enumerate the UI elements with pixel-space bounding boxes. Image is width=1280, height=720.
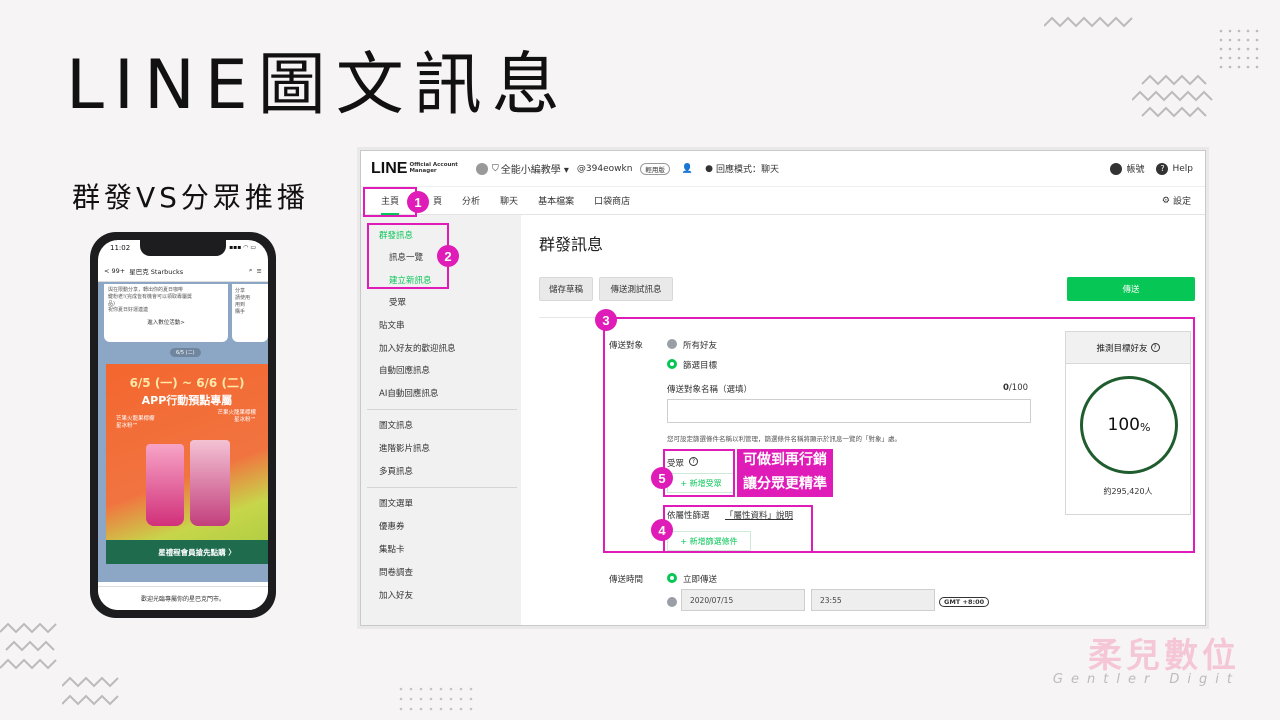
line-oa-screenshot: LINE Official Account Manager ⛉ 全能小編教學 ▾… xyxy=(360,150,1206,626)
send-now-radio[interactable] xyxy=(667,573,677,583)
phone-mockup: 11:02 ▪▪▪ ◠ ▭ < 99+ 星巴克 Starbucks ⌕ ≡ 與在… xyxy=(90,232,276,618)
reply-mode[interactable]: 回應模式：聊天 xyxy=(716,162,779,175)
search-icon[interactable]: ⌕ xyxy=(249,266,253,275)
annotation-callout-line1: 可做到再行銷 xyxy=(737,449,833,473)
sidebar-item-survey[interactable]: 問卷調查 xyxy=(379,566,413,578)
sidebar-item-rich-message[interactable]: 圖文訊息 xyxy=(379,419,413,431)
sidebar-divider xyxy=(367,487,517,488)
sidebar-item-greeting[interactable]: 加入好友的歡迎訊息 xyxy=(379,342,456,354)
sidebar-item-coupon[interactable]: 優惠券 xyxy=(379,520,405,532)
tab-profile[interactable]: 基本檔案 xyxy=(538,194,574,207)
time-input[interactable]: 23:55 xyxy=(811,589,935,611)
slide-title: LINE圖文訊息 xyxy=(66,46,570,125)
date-input[interactable]: 2020/07/15 xyxy=(681,589,805,611)
phone-screen: 11:02 ▪▪▪ ◠ ▭ < 99+ 星巴克 Starbucks ⌕ ≡ 與在… xyxy=(98,240,268,610)
back-button[interactable]: < 99+ xyxy=(104,267,125,275)
card-link[interactable]: 進入數位活動> xyxy=(108,320,224,327)
menu-icon[interactable]: ≡ xyxy=(257,267,262,275)
tab-chat[interactable]: 聊天 xyxy=(500,194,518,207)
dot-grid-decoration xyxy=(1218,28,1260,74)
account-avatar-icon xyxy=(475,162,488,175)
help-link[interactable]: Help xyxy=(1172,164,1193,174)
send-button[interactable]: 傳送 xyxy=(1067,277,1195,301)
timezone-badge: GMT +8:00 xyxy=(939,597,990,607)
banner-left-text: 芒果火龍果檸檬 星冰粉™ xyxy=(116,416,155,430)
phone-status-icons: ▪▪▪ ◠ ▭ xyxy=(229,244,256,251)
account-icon[interactable] xyxy=(1110,162,1123,175)
dot-grid-decoration xyxy=(398,686,480,716)
annotation-badge-1: 1 xyxy=(407,191,429,213)
account-name[interactable]: 全能小編教學 ▾ xyxy=(501,161,569,176)
tab-analytics[interactable]: 分析 xyxy=(462,194,480,207)
sidebar-item-reward-card[interactable]: 集點卡 xyxy=(379,543,405,555)
annotation-badge-2: 2 xyxy=(437,245,459,267)
annotation-box-5 xyxy=(663,449,735,497)
page-title: 群發訊息 xyxy=(539,235,604,254)
banner-date: 6/5 (一) ~ 6/6 (二) xyxy=(129,376,245,390)
phone-notch xyxy=(140,240,226,256)
phone-footer: 歡迎光臨專屬你的星巴克門市。 xyxy=(98,586,268,610)
annotation-box-4 xyxy=(663,505,813,553)
settings-link[interactable]: 設定 xyxy=(1173,194,1191,207)
phone-chat-header: < 99+ 星巴克 Starbucks ⌕ ≡ xyxy=(98,260,268,282)
tab-shop[interactable]: 口袋商店 xyxy=(594,194,630,207)
annotation-badge-3: 3 xyxy=(595,309,617,331)
slide-subtitle: 群發VS分眾推播 xyxy=(72,181,309,214)
annotation-badge-4: 4 xyxy=(651,519,673,541)
chat-bubble-icon: ● xyxy=(705,163,713,174)
sidebar-item-timeline[interactable]: 貼文串 xyxy=(379,319,405,331)
sidebar-item-ai-reply[interactable]: AI自動回應訊息 xyxy=(379,387,438,399)
drink-cup-right xyxy=(190,440,230,526)
chat-name: 星巴克 Starbucks xyxy=(129,267,184,276)
brand-tagline: Gentler Digit xyxy=(1052,672,1240,687)
schedule-radio[interactable] xyxy=(667,597,677,607)
shield-icon: ⛉ xyxy=(491,163,499,174)
logo-subtitle: Official Account Manager xyxy=(409,161,458,174)
phone-time: 11:02 xyxy=(110,244,131,252)
banner-headline: APP行動預點專屬 xyxy=(141,394,233,407)
annotation-badge-5: 5 xyxy=(651,467,673,489)
sidebar-item-rich-video[interactable]: 進階影片訊息 xyxy=(379,442,430,454)
send-test-button[interactable]: 傳送測試訊息 xyxy=(599,277,673,301)
annotation-callout-line2: 讓分眾更精準 xyxy=(737,473,833,497)
tab-hidden[interactable]: 頁 xyxy=(433,194,442,207)
member-bar[interactable]: 星禮程會員搶先點購 〉 xyxy=(106,540,268,564)
line-logo: LINE xyxy=(371,159,408,177)
banner-right-text: 芒果火龍果檸檬 星冰粉™ xyxy=(217,410,256,424)
top-bar: LINE Official Account Manager ⛉ 全能小編教學 ▾… xyxy=(361,151,1205,187)
zigzag-decoration xyxy=(62,676,124,716)
sidebar-item-rich-menu[interactable]: 圖文選單 xyxy=(379,497,413,509)
sidebar-item-audience[interactable]: 受眾 xyxy=(389,296,406,308)
chat-message-card: 與在限動分享，轉出你的夏日咖啡 鍵粉老!(完成皆有機會可以領取專屬獎 品) 祝你… xyxy=(104,284,228,342)
drink-cup-left xyxy=(146,444,184,526)
zigzag-decoration xyxy=(1044,6,1136,30)
user-icon: 👤 xyxy=(681,163,694,174)
zigzag-decoration xyxy=(0,622,62,678)
sidebar-item-auto-reply[interactable]: 自動回應訊息 xyxy=(379,364,430,376)
sidebar-item-card-message[interactable]: 多頁訊息 xyxy=(379,465,413,477)
account-id: @394eowkn xyxy=(576,163,633,174)
sidebar-item-add-friend[interactable]: 加入好友 xyxy=(379,589,413,601)
chat-message-card-2: 分享 請使用 用到 購手 xyxy=(232,284,268,342)
date-chip: 6/5 (二) xyxy=(170,348,201,357)
save-draft-button[interactable]: 儲存草稿 xyxy=(539,277,593,301)
plan-badge: 輕用版 xyxy=(640,162,670,175)
gear-icon[interactable]: ⚙ xyxy=(1162,196,1170,206)
send-now-label: 立即傳送 xyxy=(683,575,718,585)
brand-logo: 柔兒數位 xyxy=(1088,636,1240,676)
send-time-label: 傳送時間 xyxy=(609,575,644,585)
sidebar-divider xyxy=(367,409,517,410)
zigzag-decoration xyxy=(1132,72,1220,124)
card-text: 與在限動分享，轉出你的夏日咖啡 鍵粉老!(完成皆有機會可以領取專屬獎 品) 祝你… xyxy=(108,287,192,314)
promo-banner[interactable]: 6/5 (一) ~ 6/6 (二) APP行動預點專屬 芒果火龍果檸檬 星冰粉™… xyxy=(106,364,268,564)
main-nav: 主頁 頁 分析 聊天 基本檔案 口袋商店 ⚙ 設定 xyxy=(361,187,1205,215)
help-icon[interactable]: ? xyxy=(1156,162,1169,175)
account-link[interactable]: 帳號 xyxy=(1126,162,1144,175)
